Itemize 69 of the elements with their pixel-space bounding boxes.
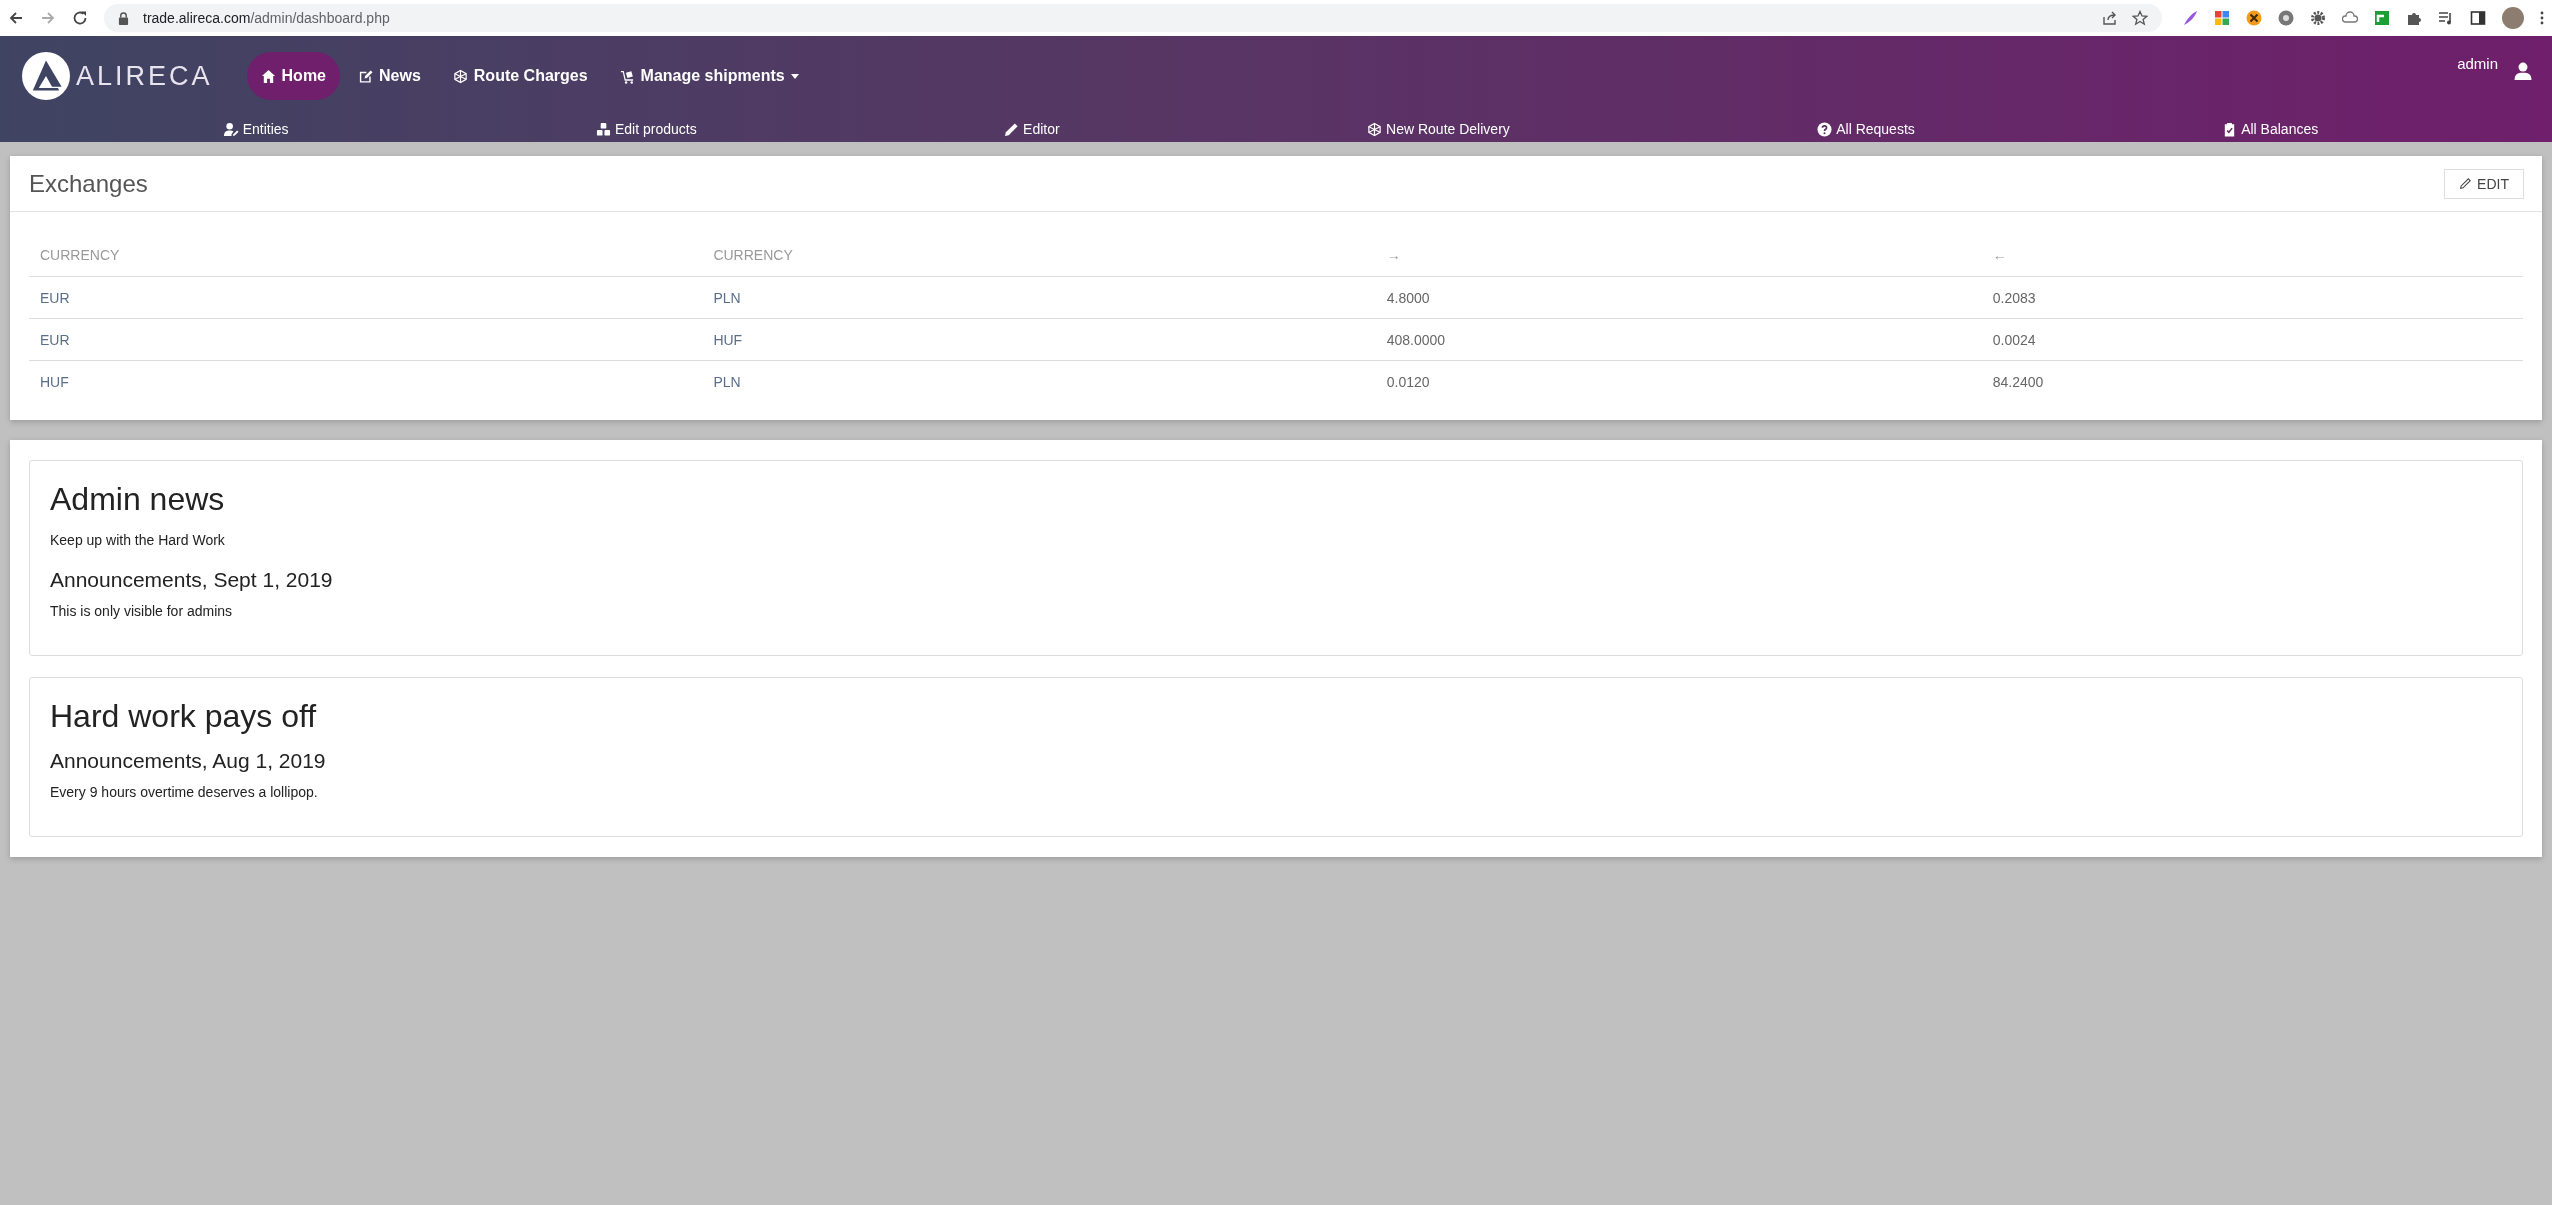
avatar[interactable] <box>2502 7 2524 29</box>
subnav-link[interactable]: All Balances <box>2222 121 2319 137</box>
column-header: CURRENCY <box>29 234 703 277</box>
caret-icon <box>790 73 799 79</box>
pencil-icon <box>1004 121 1020 137</box>
nav-link[interactable]: Manage shipments <box>605 52 813 100</box>
lock-icon <box>118 11 129 25</box>
address-bar[interactable]: trade.alireca.com/admin/dashboard.php <box>104 4 2162 32</box>
question-icon <box>1817 121 1833 137</box>
table-cell: 84.2400 <box>1981 360 2523 402</box>
table-cell: EUR <box>29 318 703 361</box>
share-icon[interactable] <box>2102 10 2118 26</box>
column-header: → <box>1375 234 1982 277</box>
cross-circle-icon[interactable] <box>2246 10 2262 26</box>
puzzle-icon[interactable] <box>2406 10 2422 26</box>
cloud-icon[interactable] <box>2342 10 2358 26</box>
table-cell: 4.8000 <box>1375 276 1982 319</box>
subnav-link[interactable]: Edit products <box>596 121 697 137</box>
grid-icon[interactable] <box>2214 10 2230 26</box>
news-heading: Announcements, Aug 1, 2019 <box>50 749 327 773</box>
column-header: CURRENCY <box>702 234 1376 277</box>
table-cell: 0.2083 <box>1981 276 2523 319</box>
subnav-link[interactable]: Editor <box>1004 121 1060 137</box>
cart-icon <box>619 68 635 84</box>
star-icon[interactable] <box>2132 10 2148 26</box>
table-cell: 0.0024 <box>1981 318 2523 361</box>
table-cell: 408.0000 <box>1375 318 1982 361</box>
user-icon[interactable] <box>2514 62 2532 80</box>
news-subtitle: Keep up with the Hard Work <box>50 532 226 548</box>
news-heading: Announcements, Sept 1, 2019 <box>50 568 334 592</box>
table-cell: PLN <box>702 360 1376 402</box>
gear-icon[interactable] <box>2310 10 2326 26</box>
url-text: trade.alireca.com/admin/dashboard.php <box>143 10 390 26</box>
menu-icon[interactable] <box>2540 10 2544 26</box>
table-cell: 0.0120 <box>1375 360 1982 402</box>
news-body: Every 9 hours overtime deserves a lollipop. <box>50 784 319 800</box>
subnav-link[interactable]: New Route Delivery <box>1367 121 1510 137</box>
edit-icon <box>358 68 373 84</box>
user-edit-icon <box>223 121 239 137</box>
user-name[interactable]: admin <box>2457 55 2498 72</box>
network-icon <box>452 68 468 84</box>
subnav-link[interactable]: All Requests <box>1817 121 1915 137</box>
extension-icon[interactable] <box>2374 10 2390 26</box>
edit-button[interactable]: EDIT <box>2444 168 2524 199</box>
nav-link[interactable]: News <box>344 52 435 100</box>
network-icon <box>1367 121 1383 137</box>
cubes-icon <box>596 121 611 137</box>
home-icon <box>260 68 276 84</box>
circle-icon[interactable] <box>2278 10 2294 26</box>
news-title: Hard work pays off <box>50 698 318 735</box>
news-title: Admin news <box>50 481 226 518</box>
table-cell: HUF <box>29 360 703 402</box>
column-header: ← <box>1981 234 2523 277</box>
pencil-icon <box>2459 177 2473 190</box>
news-body: This is only visible for admins <box>50 603 234 619</box>
side-panel-icon[interactable] <box>2470 10 2486 26</box>
table-cell: HUF <box>702 318 1376 361</box>
nav-link[interactable]: Home <box>246 52 340 100</box>
table-cell: EUR <box>29 276 703 319</box>
back-icon[interactable] <box>8 10 24 26</box>
playlist-icon[interactable] <box>2438 10 2454 26</box>
logo-icon[interactable] <box>22 52 70 100</box>
card-title: Exchanges <box>29 169 148 198</box>
nav-link[interactable]: Route Charges <box>438 52 602 100</box>
reload-icon[interactable] <box>72 10 88 26</box>
feather-icon[interactable] <box>2182 10 2198 26</box>
subnav-link[interactable]: Entities <box>223 121 289 137</box>
table-cell: PLN <box>702 276 1376 319</box>
logo-text[interactable]: ALIRECA <box>76 60 213 92</box>
